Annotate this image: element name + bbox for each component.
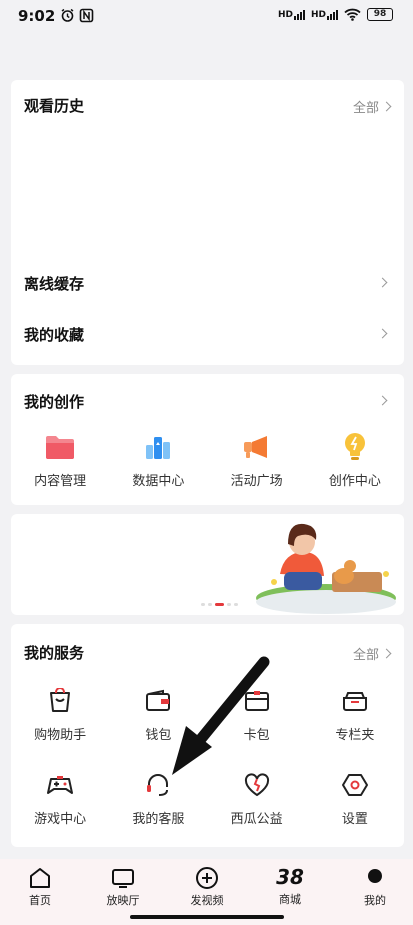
plus-circle-icon [196, 867, 218, 889]
watch-history-card: 观看历史 全部 离线缓存 我的收藏 [11, 80, 404, 365]
gamepad-icon [43, 770, 77, 800]
card-bag-label: 卡包 [243, 728, 270, 743]
creation-chevron-icon[interactable] [377, 395, 388, 406]
tab-post-video[interactable]: 发视频 [167, 859, 247, 908]
settings-label: 设置 [341, 812, 368, 827]
card-icon [240, 686, 274, 716]
signal-icon-2: HD [311, 9, 338, 20]
banner-dot [234, 603, 238, 606]
heart-icon [240, 770, 274, 800]
creator-center-label: 创作中心 [328, 474, 381, 489]
data-chart-icon [141, 432, 175, 462]
column-folder-button[interactable]: 专栏夹 [306, 686, 404, 743]
game-center-button[interactable]: 游戏中心 [11, 770, 109, 827]
settings-icon [338, 770, 372, 800]
shopping-assistant-button[interactable]: 购物助手 [11, 686, 109, 743]
tab-mall-label: 商城 [279, 893, 301, 906]
tab-mall[interactable]: 38 商城 [250, 859, 330, 907]
wallet-label: 钱包 [145, 728, 172, 743]
charity-label: 西瓜公益 [230, 812, 283, 827]
shopping-assistant-label: 购物助手 [34, 728, 87, 743]
wallet-icon [141, 686, 175, 716]
banner-dot [201, 603, 205, 606]
offline-cache-row[interactable]: 离线缓存 [11, 261, 404, 305]
battery-icon: 98 [367, 8, 393, 21]
shopping-bag-icon [43, 686, 77, 716]
tab-cinema-label: 放映厅 [106, 894, 140, 907]
creation-card: 我的创作 内容管理 数据中心 活动广场 创作中心 [11, 374, 404, 505]
watch-history-all-button[interactable]: 全部 [352, 97, 392, 116]
wifi-icon [344, 8, 361, 21]
data-center-button[interactable]: 数据中心 [109, 432, 207, 489]
charity-button[interactable]: 西瓜公益 [208, 770, 306, 827]
all-label: 全部 [352, 101, 379, 116]
watch-history-title: 观看历史 [24, 97, 85, 115]
alarm-icon [61, 8, 74, 22]
offline-cache-label: 离线缓存 [24, 275, 85, 293]
folder-icon [43, 432, 77, 462]
creator-center-button[interactable]: 创作中心 [306, 432, 404, 489]
wallet-button[interactable]: 钱包 [109, 686, 207, 743]
all-label: 全部 [352, 648, 379, 663]
profile-icon [368, 869, 382, 883]
lightbulb-icon [338, 432, 372, 462]
column-folder-label: 专栏夹 [335, 728, 375, 743]
services-card: 我的服务 全部 购物助手 钱包 卡包 专栏夹 游戏中心 我的客服 西瓜公益 设置 [11, 624, 404, 847]
tv-icon [112, 869, 134, 888]
content-management-label: 内容管理 [34, 474, 87, 489]
home-icon [30, 868, 50, 888]
game-center-label: 游戏中心 [34, 812, 87, 827]
settings-button[interactable]: 设置 [306, 770, 404, 827]
signal-icon: HD [278, 9, 305, 20]
megaphone-icon [240, 432, 274, 462]
tab-cinema[interactable]: 放映厅 [83, 859, 163, 908]
creation-title: 我的创作 [24, 393, 85, 411]
tab-post-video-label: 发视频 [190, 894, 224, 907]
folder-tray-icon [338, 686, 372, 716]
banner-pagination [201, 603, 238, 606]
home-indicator [130, 915, 284, 919]
customer-service-label: 我的客服 [132, 812, 185, 827]
banner-illustration [256, 523, 397, 614]
status-time: 9:02 [18, 7, 56, 25]
my-favorites-row[interactable]: 我的收藏 [11, 312, 404, 356]
banner-dot-active [215, 603, 224, 606]
tab-home-label: 首页 [29, 894, 51, 907]
data-center-label: 数据中心 [132, 474, 185, 489]
mall-38-icon: 38 [276, 865, 304, 889]
my-favorites-label: 我的收藏 [24, 326, 85, 344]
tab-profile[interactable]: 我的 [335, 859, 413, 908]
activity-square-label: 活动广场 [230, 474, 283, 489]
content-management-button[interactable]: 内容管理 [11, 432, 109, 489]
banner-dot [208, 603, 212, 606]
card-bag-button[interactable]: 卡包 [208, 686, 306, 743]
chevron-right-icon [377, 328, 388, 339]
tab-home[interactable]: 首页 [0, 859, 80, 908]
customer-service-button[interactable]: 我的客服 [109, 770, 207, 827]
chevron-right-icon [377, 277, 388, 288]
tab-profile-label: 我的 [364, 894, 386, 907]
nfc-icon [79, 8, 94, 23]
activity-square-button[interactable]: 活动广场 [208, 432, 306, 489]
promo-banner[interactable] [11, 514, 404, 615]
services-all-button[interactable]: 全部 [352, 644, 392, 663]
services-title: 我的服务 [24, 644, 85, 662]
headset-icon [141, 770, 175, 800]
chevron-right-icon [381, 648, 392, 659]
status-bar: 9:02 HD HD 98 [0, 0, 413, 34]
banner-dot [227, 603, 231, 606]
chevron-right-icon [381, 101, 392, 112]
